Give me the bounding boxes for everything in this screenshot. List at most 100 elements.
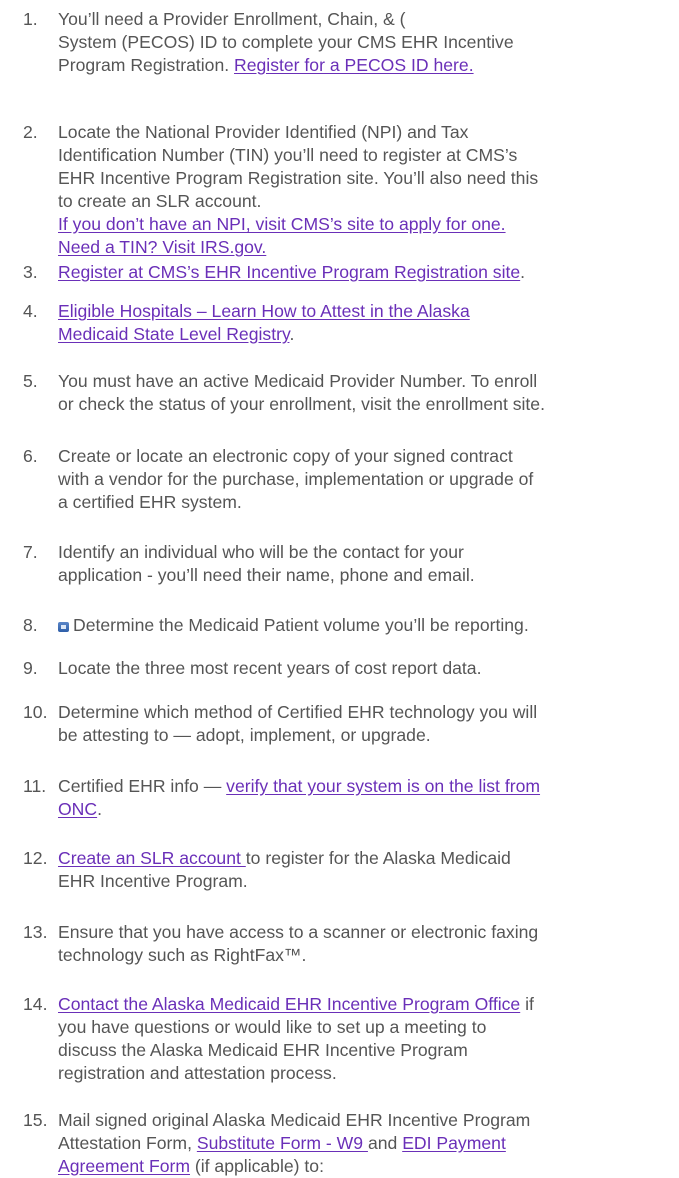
item-number: 5. [23,371,38,391]
text-segment: technology such as RightFax™. [58,945,307,965]
item-text: Certified EHR info — verify that your sy… [58,775,670,821]
item-number: 9. [23,658,38,678]
text-line: Need a TIN? Visit IRS.gov. [58,236,670,259]
text-link[interactable]: Register at CMS’s EHR Incentive Program … [58,262,520,282]
item-text: Locate the three most recent years of co… [58,657,670,680]
text-line: Attestation Form, Substitute Form - W9 a… [58,1132,670,1155]
text-segment: to register for the Alaska Medicaid [245,848,511,868]
text-segment: or check the status of your enrollment, … [58,394,545,414]
text-line: to create an SLR account. [58,190,670,213]
text-line: Register at CMS’s EHR Incentive Program … [58,261,670,284]
text-line: EHR Incentive Program. [58,870,670,893]
document-icon [58,622,69,632]
text-link[interactable]: ONC [58,799,97,819]
text-segment: Program Registration. [58,55,235,75]
text-segment: to create an SLR account. [58,191,262,211]
text-segment: Determine which method of Certified EHR … [58,702,538,722]
text-segment: Identification Number (TIN) you’ll need … [58,145,518,165]
text-segment: Identify an individual who will be the c… [58,542,464,562]
text-segment: application - you’ll need their name, ph… [58,565,475,585]
text-link[interactable]: If you don’t have an NPI, visit CMS’s si… [58,214,506,234]
text-segment: you have questions or would like to set … [58,1017,487,1037]
text-link[interactable]: Create an SLR account [58,848,246,868]
text-segment: EHR Incentive Program Registration site.… [58,168,539,188]
text-segment: Certified EHR info — [58,776,227,796]
text-link[interactable]: Need a TIN? Visit IRS.gov. [58,237,266,257]
text-segment: Locate the National Provider Identified … [58,122,469,142]
text-line: You’ll need a Provider Enrollment, Chain… [58,8,670,31]
text-line: be attesting to — adopt, implement, or u… [58,724,670,747]
text-link[interactable]: Substitute Form - W9 [197,1133,368,1153]
text-segment: a certified EHR system. [58,492,242,512]
text-line: technology such as RightFax™. [58,944,670,967]
text-segment: if [520,994,534,1014]
text-line: Medicaid State Level Registry. [58,323,670,346]
text-line: Contact the Alaska Medicaid EHR Incentiv… [58,993,670,1016]
text-line: EHR Incentive Program Registration site.… [58,167,670,190]
item-number: 10. [23,702,48,722]
text-link[interactable]: verify that your system is on the list f… [226,776,540,796]
item-number: 8. [23,615,38,635]
item-number: 11. [23,776,47,796]
text-line: System (PECOS) ID to complete your CMS E… [58,31,670,54]
text-segment: You’ll need a Provider Enrollment, Chain… [58,9,406,29]
item-text: Register at CMS’s EHR Incentive Program … [58,261,670,284]
text-line: Locate the three most recent years of co… [58,657,670,680]
item-number: 15. [23,1110,48,1130]
item-text: Determine which method of Certified EHR … [58,701,670,747]
text-segment: System (PECOS) ID to complete your CMS E… [58,32,514,52]
item-number: 7. [23,542,38,562]
text-link[interactable]: Register for a PECOS ID here. [234,55,474,75]
item-number: 6. [23,446,38,466]
text-link[interactable]: Agreement Form [58,1156,190,1176]
item-number: 3. [23,262,38,282]
item-text: Eligible Hospitals – Learn How to Attest… [58,300,670,346]
text-line: Create an SLR account to register for th… [58,847,670,870]
text-segment: be attesting to — adopt, implement, or u… [58,725,431,745]
item-number: 4. [23,301,38,321]
text-line: Determine which method of Certified EHR … [58,701,670,724]
item-text: Locate the National Provider Identified … [58,121,670,259]
text-link[interactable]: Medicaid State Level Registry [58,324,289,344]
text-line: If you don’t have an NPI, visit CMS’s si… [58,213,670,236]
item-text: Create an SLR account to register for th… [58,847,670,893]
text-line: discuss the Alaska Medicaid EHR Incentiv… [58,1039,670,1062]
text-line: ONC. [58,798,670,821]
text-segment: You must have an active Medicaid Provide… [58,371,538,391]
text-line: Eligible Hospitals – Learn How to Attest… [58,300,670,323]
text-line: Locate the National Provider Identified … [58,121,670,144]
text-segment: Mail signed original Alaska Medicaid EHR… [58,1110,531,1130]
item-text: Create or locate an electronic copy of y… [58,445,670,514]
text-line: Determine the Medicaid Patient volume yo… [58,614,670,637]
text-segment: Determine the Medicaid Patient volume yo… [73,615,529,635]
item-text: Contact the Alaska Medicaid EHR Incentiv… [58,993,670,1085]
text-segment: registration and attestation process. [58,1063,337,1083]
text-line: you have questions or would like to set … [58,1016,670,1039]
text-line: Agreement Form (if applicable) to: [58,1155,670,1178]
text-line: application - you’ll need their name, ph… [58,564,670,587]
text-line: registration and attestation process. [58,1062,670,1085]
item-text: Determine the Medicaid Patient volume yo… [58,614,670,637]
text-segment: . [97,799,102,819]
text-link[interactable]: EDI Payment [402,1133,506,1153]
text-link[interactable]: Eligible Hospitals – Learn How to Attest… [58,301,470,321]
item-text: You’ll need a Provider Enrollment, Chain… [58,8,670,77]
item-number: 13. [23,922,48,942]
text-line: Mail signed original Alaska Medicaid EHR… [58,1109,670,1132]
text-link[interactable]: Contact the Alaska Medicaid EHR Incentiv… [58,994,520,1014]
text-line: You must have an active Medicaid Provide… [58,370,670,393]
item-text: You must have an active Medicaid Provide… [58,370,670,416]
text-segment: Locate the three most recent years of co… [58,658,482,678]
item-number: 12. [23,848,48,868]
text-line: a certified EHR system. [58,491,670,514]
text-line: Certified EHR info — verify that your sy… [58,775,670,798]
text-line: or check the status of your enrollment, … [58,393,670,416]
text-segment: EHR Incentive Program. [58,871,248,891]
text-segment: and [367,1133,403,1153]
text-line: Identification Number (TIN) you’ll need … [58,144,670,167]
text-line: Program Registration. Register for a PEC… [58,54,670,77]
text-segment: (if applicable) to: [190,1156,324,1176]
item-text: Ensure that you have access to a scanner… [58,921,670,967]
text-line: Ensure that you have access to a scanner… [58,921,670,944]
item-text: Identify an individual who will be the c… [58,541,670,587]
